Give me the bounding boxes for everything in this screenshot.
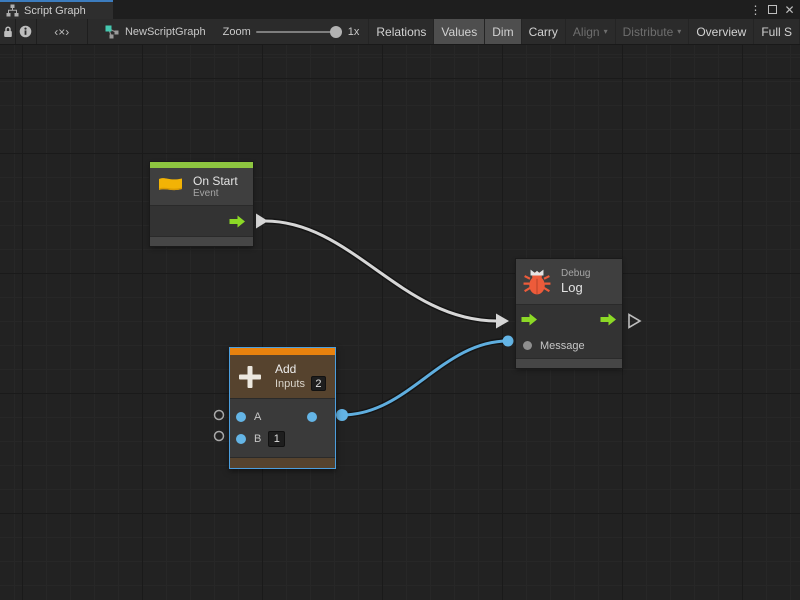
node-title: Log: [561, 280, 590, 295]
window-menu-button[interactable]: ⋮: [747, 0, 764, 19]
input-b-label: B: [254, 433, 261, 445]
sum-output-port[interactable]: [307, 412, 317, 422]
node-surtitle: Debug: [561, 268, 590, 280]
debug-message-row: Message: [516, 333, 622, 358]
align-dropdown[interactable]: Align ▾: [565, 19, 615, 44]
code-toggle-button[interactable]: ‹×›: [37, 19, 88, 44]
input-a-label: A: [254, 411, 261, 423]
zoom-slider-track[interactable]: [256, 31, 342, 33]
lock-icon: [2, 25, 14, 38]
graph-canvas[interactable]: [0, 45, 800, 600]
close-button[interactable]: ✕: [781, 0, 798, 19]
node-debug-log[interactable]: Debug Log Message: [516, 259, 622, 368]
input-a-port[interactable]: [236, 412, 246, 422]
node-on-start[interactable]: On Start Event: [150, 162, 253, 246]
relations-button[interactable]: Relations: [368, 19, 433, 44]
maximize-button[interactable]: [764, 0, 781, 19]
info-icon: [19, 25, 32, 38]
graph-toolbar: ‹×› NewScriptGraph Zoom 1x Relations Val…: [0, 19, 800, 45]
flow-output-port[interactable]: [229, 215, 246, 228]
on-start-body: [150, 205, 253, 236]
add-titles: Add Inputs 2: [275, 362, 326, 391]
maximize-icon: [768, 5, 777, 14]
info-button[interactable]: [16, 19, 37, 44]
carry-button[interactable]: Carry: [521, 19, 565, 44]
add-body: A B 1: [230, 398, 335, 457]
input-b-port[interactable]: [236, 434, 246, 444]
message-port-label: Message: [540, 340, 585, 352]
script-graph-tab-icon: [6, 4, 19, 17]
node-subtitle: Inputs: [275, 378, 305, 390]
values-button[interactable]: Values: [433, 19, 484, 44]
node-title: Add: [275, 362, 326, 376]
add-header[interactable]: Add Inputs 2: [230, 355, 335, 398]
input-b-value-field[interactable]: 1: [268, 431, 285, 447]
add-port-a-row: A: [230, 406, 335, 428]
add-footer: [230, 457, 335, 468]
distribute-dropdown[interactable]: Distribute ▾: [615, 19, 689, 44]
add-inputs-row: Inputs 2: [275, 376, 326, 391]
graph-asset-reference[interactable]: NewScriptGraph: [105, 19, 206, 44]
message-input-port[interactable]: [523, 341, 532, 350]
script-graph-window: Script Graph ⋮ ✕ ‹×›: [0, 0, 800, 600]
debug-log-titles: Debug Log: [561, 268, 590, 295]
node-add[interactable]: Add Inputs 2 A B 1: [229, 347, 336, 469]
tab-title: Script Graph: [24, 5, 86, 17]
flag-icon: [157, 175, 183, 199]
dim-button[interactable]: Dim: [484, 19, 520, 44]
graph-asset-icon: [105, 25, 119, 39]
window-titlebar: Script Graph ⋮ ✕: [0, 0, 800, 19]
on-start-header[interactable]: On Start Event: [150, 168, 253, 205]
chevron-down-icon: ▾: [604, 28, 608, 36]
on-start-titles: On Start Event: [193, 174, 238, 200]
zoom-value: 1x: [348, 26, 360, 38]
close-icon: ✕: [784, 4, 794, 16]
toolbar-buttons: Relations Values Dim Carry Align ▾ Distr…: [368, 19, 800, 44]
lock-button[interactable]: [0, 19, 16, 44]
window-controls: ⋮ ✕: [747, 0, 798, 19]
debug-log-header[interactable]: Debug Log: [516, 259, 622, 304]
on-start-footer: [150, 236, 253, 246]
debug-log-body: Message: [516, 304, 622, 358]
bug-icon: [523, 267, 551, 297]
flow-output-port[interactable]: [600, 313, 617, 326]
chevron-down-icon: ▾: [677, 28, 681, 36]
add-port-b-row: B 1: [230, 428, 335, 450]
code-toggle-icon: ‹×›: [54, 25, 69, 39]
plus-icon: [237, 363, 263, 391]
debug-log-footer: [516, 358, 622, 368]
zoom-slider[interactable]: [256, 19, 342, 44]
fullscreen-button[interactable]: Full S: [753, 19, 800, 44]
node-title: On Start: [193, 174, 238, 188]
flow-input-port[interactable]: [521, 313, 538, 326]
tab-script-graph[interactable]: Script Graph: [0, 0, 113, 19]
overview-button[interactable]: Overview: [688, 19, 753, 44]
node-subtitle: Event: [193, 188, 238, 200]
zoom-label: Zoom: [223, 26, 251, 38]
kebab-menu-icon: ⋮: [750, 4, 762, 16]
inputs-count-stepper[interactable]: 2: [311, 376, 326, 391]
zoom-slider-handle[interactable]: [330, 26, 342, 38]
debug-flow-row: [516, 305, 622, 333]
graph-name-label: NewScriptGraph: [125, 26, 206, 38]
math-accent-bar: [230, 348, 335, 355]
